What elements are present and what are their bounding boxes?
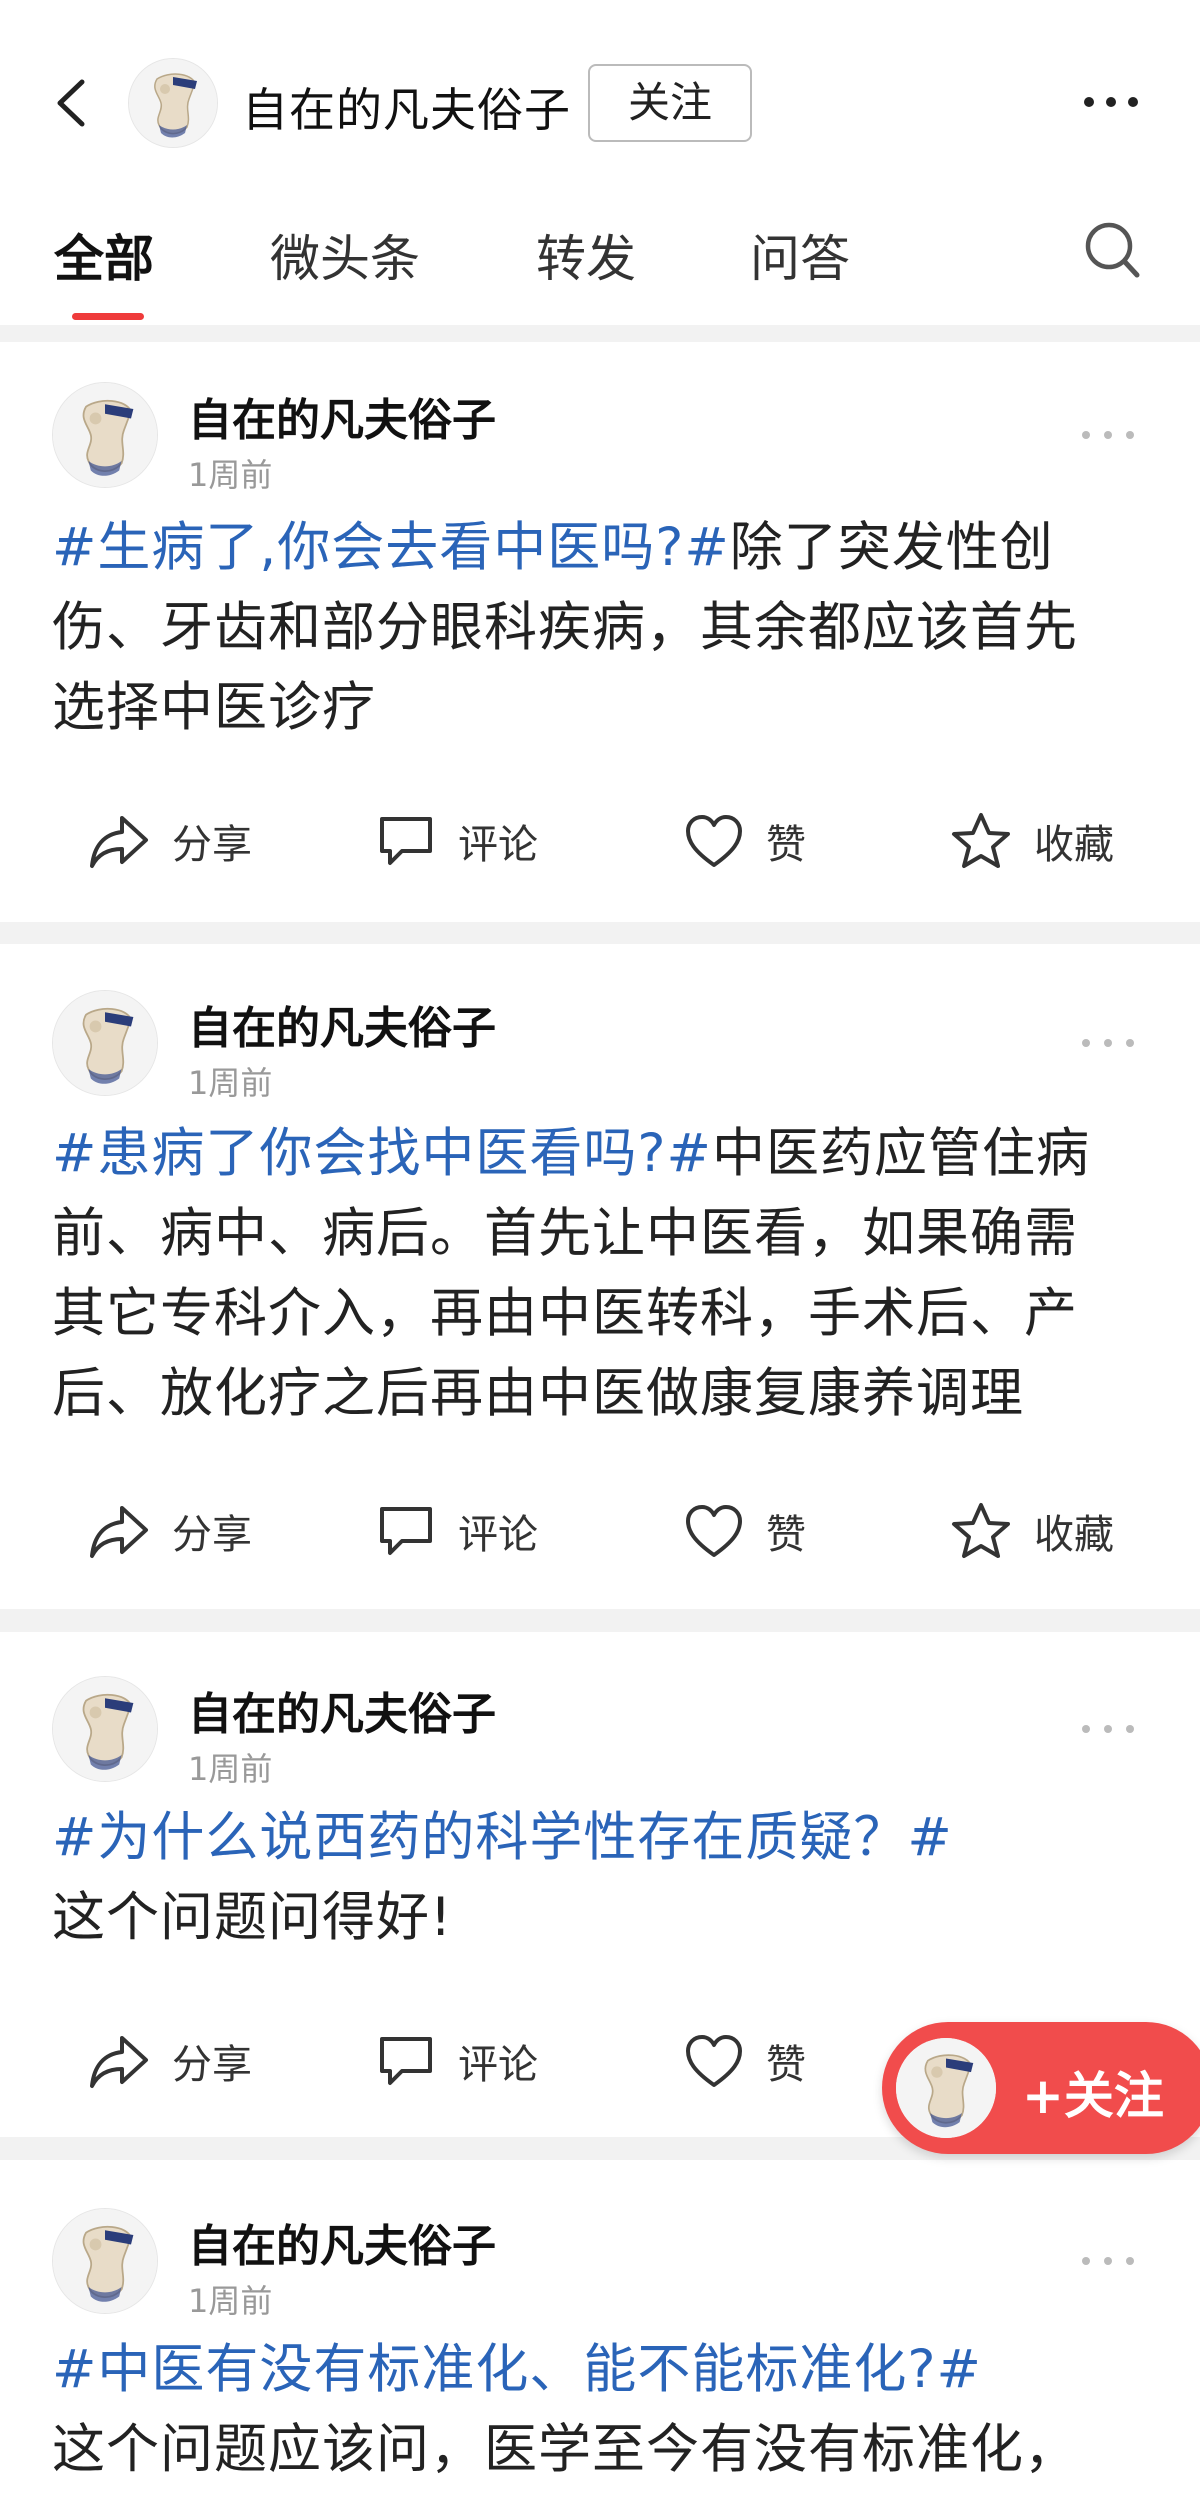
post-text-line: 中医药应管住病: [711, 1123, 1090, 1184]
post-author-avatar[interactable]: [52, 2208, 158, 2314]
post-actions: 分享 评论 赞 收藏: [0, 1486, 1200, 1576]
floating-follow-avatar: [896, 2038, 996, 2138]
post-more-icon[interactable]: [1080, 2254, 1136, 2268]
tab-micro-headline[interactable]: 微头条: [270, 219, 420, 291]
post-author-name[interactable]: 自在的凡夫俗子: [188, 384, 496, 448]
like-label: 赞: [766, 1512, 806, 1558]
post-card[interactable]: 自在的凡夫俗子 1周前 #生病了,你会去看中医吗?#除了突发性创 伤、牙齿和部分…: [0, 342, 1200, 922]
heart-icon: [686, 2035, 742, 2087]
share-label: 分享: [172, 2042, 252, 2088]
author-avatar[interactable]: [128, 58, 218, 148]
post-more-icon[interactable]: [1080, 1036, 1136, 1050]
share-label: 分享: [172, 822, 252, 868]
post-text-line: 选择中医诊疗: [52, 677, 376, 738]
follow-button[interactable]: 关注: [588, 64, 752, 142]
avatar-figure-icon: [53, 383, 157, 487]
search-icon[interactable]: [1083, 220, 1141, 280]
share-button[interactable]: 分享: [88, 796, 252, 886]
tab-all[interactable]: 全部: [54, 219, 154, 291]
post-text-line: 前、病中、病后。首先让中医看，如果确需: [52, 1203, 1078, 1264]
post-author-name[interactable]: 自在的凡夫俗子: [188, 1678, 496, 1742]
like-button[interactable]: 赞: [684, 1486, 806, 1576]
post-author-name[interactable]: 自在的凡夫俗子: [188, 992, 496, 1056]
tab-qa[interactable]: 问答: [750, 219, 850, 291]
like-button[interactable]: 赞: [684, 2016, 806, 2106]
post-author-avatar[interactable]: [52, 1676, 158, 1782]
post-body: #中医有没有标准化、能不能标准化?# 这个问题应该问，医学至今有没有标准化，: [52, 2330, 1152, 2490]
comment-button[interactable]: 评论: [376, 1486, 538, 1576]
comment-label: 评论: [458, 2042, 538, 2088]
post-card[interactable]: 自在的凡夫俗子 1周前 #中医有没有标准化、能不能标准化?# 这个问题应该问，医…: [0, 2160, 1200, 2517]
post-time: 1周前: [188, 456, 273, 494]
page-title: 自在的凡夫俗子: [242, 83, 571, 137]
comment-button[interactable]: 评论: [376, 2016, 538, 2106]
post-text-line: 伤、牙齿和部分眼科疾病，其余都应该首先: [52, 597, 1078, 658]
post-author-name[interactable]: 自在的凡夫俗子: [188, 2210, 496, 2274]
post-author-avatar[interactable]: [52, 990, 158, 1096]
share-button[interactable]: 分享: [88, 1486, 252, 1576]
comment-button[interactable]: 评论: [376, 796, 538, 886]
post-card[interactable]: 自在的凡夫俗子 1周前 #患病了你会找中医看吗?#中医药应管住病 前、病中、病后…: [0, 944, 1200, 1609]
post-text-line: 后、放化疗之后再由中医做康复康养调理: [52, 1363, 1024, 1424]
floating-follow-button[interactable]: +关注: [882, 2022, 1200, 2154]
share-button[interactable]: 分享: [88, 2016, 252, 2106]
topic-link[interactable]: #生病了,你会去看中医吗?#: [52, 517, 730, 578]
topic-link[interactable]: #中医有没有标准化、能不能标准化?#: [52, 2339, 982, 2400]
post-body: #生病了,你会去看中医吗?#除了突发性创 伤、牙齿和部分眼科疾病，其余都应该首先…: [52, 508, 1152, 748]
comment-label: 评论: [458, 1512, 538, 1558]
avatar-figure-icon: [129, 59, 217, 147]
post-text-line: 这个问题应该问，医学至今有没有标准化，: [52, 2419, 1078, 2480]
comment-icon: [380, 817, 432, 865]
active-tab-indicator: [72, 313, 144, 320]
share-icon: [90, 2036, 148, 2088]
post-time: 1周前: [188, 1064, 273, 1102]
collect-button[interactable]: 收藏: [950, 796, 1114, 886]
comment-icon: [380, 1507, 432, 1555]
star-icon: [952, 813, 1010, 868]
post-body: #为什么说西药的科学性存在质疑？# 这个问题问得好!: [52, 1798, 1152, 1958]
collect-button[interactable]: 收藏: [950, 1486, 1114, 1576]
avatar-figure-icon: [896, 2038, 996, 2138]
post-more-icon[interactable]: [1080, 1722, 1136, 1736]
post-text-line: 除了突发性创: [729, 517, 1054, 578]
comment-icon: [380, 2037, 432, 2085]
topic-link[interactable]: #患病了你会找中医看吗?#: [52, 1123, 712, 1184]
tab-repost[interactable]: 转发: [536, 219, 636, 291]
tab-bar: 全部 微头条 转发 问答: [0, 205, 1200, 325]
avatar-figure-icon: [53, 1677, 157, 1781]
more-options-icon[interactable]: [1082, 90, 1140, 114]
avatar-figure-icon: [53, 991, 157, 1095]
share-icon: [90, 816, 148, 868]
collect-label: 收藏: [1034, 1512, 1114, 1558]
post-text-line: 这个问题问得好!: [52, 1887, 453, 1948]
like-label: 赞: [766, 2042, 806, 2088]
back-arrow-icon[interactable]: [52, 78, 92, 128]
topic-link[interactable]: #为什么说西药的科学性存在质疑？#: [52, 1807, 953, 1868]
post-body: #患病了你会找中医看吗?#中医药应管住病 前、病中、病后。首先让中医看，如果确需…: [52, 1114, 1152, 1434]
collect-label: 收藏: [1034, 822, 1114, 868]
heart-icon: [686, 815, 742, 867]
top-bar: 自在的凡夫俗子 关注: [0, 0, 1200, 205]
post-actions: 分享 评论 赞 收藏: [0, 796, 1200, 886]
post-more-icon[interactable]: [1080, 428, 1136, 442]
comment-label: 评论: [458, 822, 538, 868]
like-button[interactable]: 赞: [684, 796, 806, 886]
post-time: 1周前: [188, 1750, 273, 1788]
heart-icon: [686, 1505, 742, 1557]
star-icon: [952, 1503, 1010, 1558]
post-time: 1周前: [188, 2282, 273, 2320]
share-icon: [90, 1506, 148, 1558]
like-label: 赞: [766, 822, 806, 868]
post-author-avatar[interactable]: [52, 382, 158, 488]
avatar-figure-icon: [53, 2209, 157, 2313]
share-label: 分享: [172, 1512, 252, 1558]
post-text-line: 其它专科介入，再由中医转科，手术后、产: [52, 1283, 1078, 1344]
floating-follow-label: +关注: [1022, 2067, 1164, 2125]
